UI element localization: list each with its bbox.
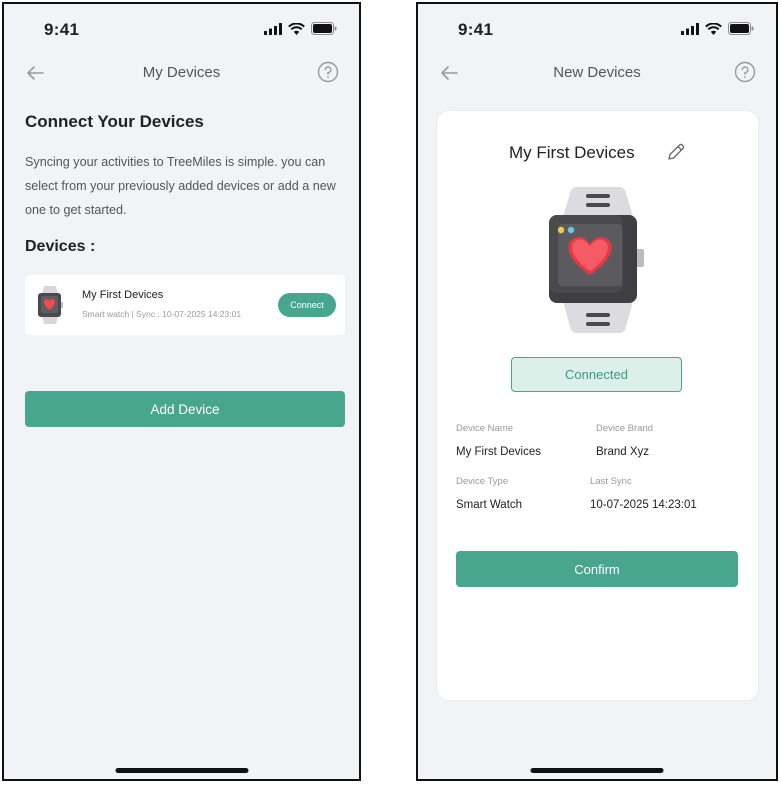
wifi-icon bbox=[288, 22, 305, 35]
status-time: 9:41 bbox=[44, 20, 80, 39]
status-bar: 9:41 bbox=[4, 4, 359, 54]
status-time: 9:41 bbox=[458, 20, 494, 39]
connect-button[interactable]: Connect bbox=[278, 293, 336, 317]
help-circle-icon[interactable] bbox=[734, 61, 756, 83]
confirm-button[interactable]: Confirm bbox=[456, 551, 738, 587]
nav-bar: New Devices bbox=[418, 58, 776, 88]
wifi-icon bbox=[705, 22, 722, 35]
status-bar: 9:41 bbox=[418, 4, 776, 54]
battery-icon bbox=[728, 22, 754, 35]
description-text: Syncing your activities to TreeMiles is … bbox=[25, 155, 336, 217]
nav-bar: My Devices bbox=[4, 58, 359, 88]
status-icons bbox=[264, 22, 337, 35]
device-name-label: Device Name bbox=[456, 423, 514, 434]
my-devices-screen: 9:41 My Devices Connect Your Devices Syn… bbox=[2, 2, 361, 781]
last-sync-label: Last Sync bbox=[590, 476, 632, 487]
home-indicator bbox=[530, 768, 664, 773]
smartwatch-icon bbox=[549, 187, 644, 333]
home-indicator bbox=[115, 768, 248, 773]
battery-icon bbox=[311, 22, 337, 35]
pencil-icon[interactable] bbox=[666, 142, 686, 162]
device-title: My First Devices bbox=[509, 143, 635, 162]
new-devices-screen: 9:41 New Devices My First Devices Connec… bbox=[416, 2, 778, 781]
section-heading: Connect Your Devices bbox=[25, 112, 204, 131]
device-name: My First Devices bbox=[82, 289, 164, 301]
device-meta: Smart watch | Sync : 10-07-2025 14:23:01 bbox=[82, 309, 242, 319]
status-icons bbox=[681, 22, 754, 35]
connection-status-badge: Connected bbox=[511, 357, 682, 392]
device-name-value: My First Devices bbox=[456, 446, 541, 458]
last-sync-value: 10-07-2025 14:23:01 bbox=[590, 499, 697, 511]
device-brand-label: Device Brand bbox=[596, 423, 654, 434]
page-title: New Devices bbox=[553, 64, 641, 81]
device-type-label: Device Type bbox=[456, 476, 509, 487]
device-detail-card: My First Devices Connected Device Name M… bbox=[437, 111, 758, 700]
device-brand-value: Brand Xyz bbox=[596, 446, 650, 458]
signal-icon bbox=[264, 22, 282, 35]
device-type-value: Smart Watch bbox=[456, 499, 523, 511]
help-circle-icon[interactable] bbox=[317, 61, 339, 83]
devices-label: Devices : bbox=[25, 238, 96, 255]
add-device-button[interactable]: Add Device bbox=[25, 391, 345, 427]
page-title: My Devices bbox=[142, 64, 221, 81]
device-list-item[interactable]: My First Devices Smart watch | Sync : 10… bbox=[25, 275, 345, 335]
signal-icon bbox=[681, 22, 699, 35]
smartwatch-icon bbox=[38, 286, 63, 324]
